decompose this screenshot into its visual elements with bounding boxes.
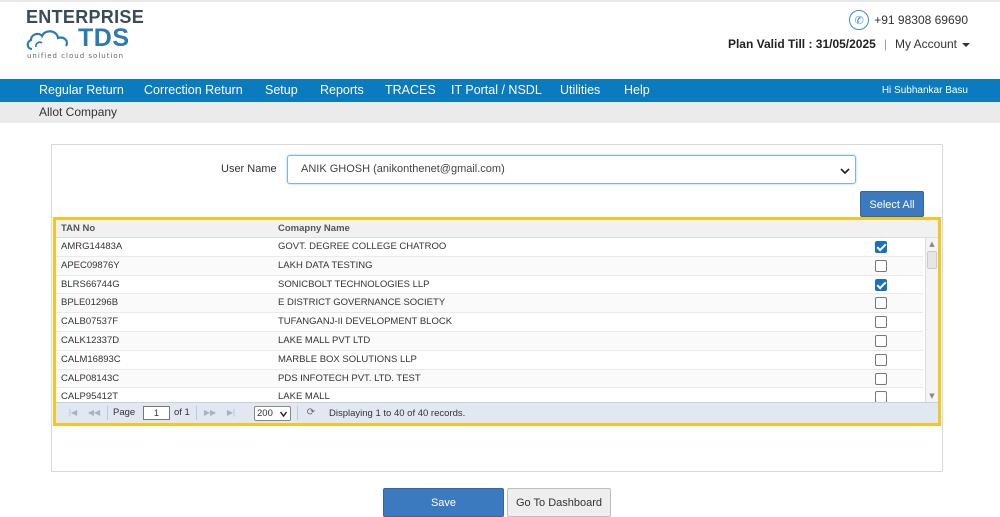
allot-checkbox[interactable] xyxy=(875,353,887,366)
company-name-cell: LAKH DATA TESTING xyxy=(278,259,373,271)
page-size-value: 200 xyxy=(257,408,273,419)
company-name-cell: MARBLE BOX SOLUTIONS LLP xyxy=(278,353,417,365)
tan-cell: AMRG14483A xyxy=(61,241,123,252)
grid-pager: |◀ ◀◀ Page 1 of 1 ▶▶ ▶| 200 ⟳ Displaying… xyxy=(56,402,938,423)
nav-setup[interactable]: Setup xyxy=(265,83,298,97)
plan-validity: Plan Valid Till : 31/05/2025 xyxy=(727,37,876,51)
table-row[interactable]: CALP95412T LAKE MALL xyxy=(56,388,923,402)
grid-header: TAN No Comapny Name xyxy=(56,220,938,238)
records-display-text: Displaying 1 to 40 of 40 records. xyxy=(329,408,466,419)
main-navbar: Regular Return Correction Return Setup R… xyxy=(0,79,1000,102)
allot-checkbox[interactable] xyxy=(875,391,887,402)
logo-tagline: unified cloud solution xyxy=(27,52,125,60)
company-name-cell: LAKE MALL PVT LTD xyxy=(278,334,371,346)
page-count-label: of 1 xyxy=(174,407,190,418)
table-row[interactable]: CALK12337D LAKE MALL PVT LTD xyxy=(56,331,923,351)
tan-cell: BPLE01296B xyxy=(61,297,119,309)
scroll-up-icon[interactable]: ▲ xyxy=(926,238,938,250)
tan-cell: BLRS66744G xyxy=(61,278,120,290)
user-name-label: User Name xyxy=(221,163,277,175)
next-page-icon[interactable]: ▶▶ xyxy=(203,407,217,419)
company-grid: TAN No Comapny Name AMRG14483A GOVT. DEGR… xyxy=(53,217,941,426)
allot-checkbox[interactable] xyxy=(875,259,887,272)
caret-down-icon xyxy=(962,42,970,47)
page-number-input[interactable]: 1 xyxy=(143,406,170,420)
nav-help[interactable]: Help xyxy=(624,83,650,97)
company-name-cell: PDS INFOTECH PVT. LTD. TEST xyxy=(278,372,421,384)
scroll-thumb[interactable] xyxy=(927,251,937,269)
table-row[interactable]: BLRS66744G SONICBOLT TECHNOLOGIES LLP xyxy=(56,275,923,295)
allot-checkbox[interactable] xyxy=(875,316,887,329)
nav-utilities[interactable]: Utilities xyxy=(560,83,600,97)
page-title: Allot Company xyxy=(39,105,118,119)
tan-cell: CALM16893C xyxy=(61,353,121,365)
table-row[interactable]: BPLE01296B E DISTRICT GOVERNANCE SOCIETY xyxy=(56,294,923,314)
user-greeting: Hi Subhankar Basu xyxy=(881,85,968,96)
allot-checkbox[interactable] xyxy=(875,241,887,253)
pager-divider xyxy=(196,406,197,420)
grid-vertical-scrollbar[interactable]: ▲ ▼ xyxy=(925,238,938,402)
pager-divider xyxy=(107,406,108,420)
enterprise-tds-logo[interactable]: ENTERPRISE TDS unified cloud solution xyxy=(26,7,144,63)
prev-page-icon[interactable]: ◀◀ xyxy=(87,407,101,419)
company-name-cell: E DISTRICT GOVERNANCE SOCIETY xyxy=(278,297,446,309)
table-row[interactable]: CALP08143C PDS INFOTECH PVT. LTD. TEST xyxy=(56,369,923,389)
user-name-select[interactable]: ANIK GHOSH (anikonthenet@gmail.com) xyxy=(287,155,856,184)
company-name-cell: SONICBOLT TECHNOLOGIES LLP xyxy=(278,278,430,290)
breadcrumb-bar: Allot Company xyxy=(0,102,1000,123)
nav-regular-return[interactable]: Regular Return xyxy=(39,83,124,97)
tan-cell: APEC09876Y xyxy=(61,259,120,271)
scroll-down-icon[interactable]: ▼ xyxy=(926,390,938,402)
tan-cell: CALB07537F xyxy=(61,316,119,328)
contact-phone: ✆ +91 98308 69690 xyxy=(849,10,968,30)
my-account-menu[interactable]: My Account xyxy=(895,37,970,51)
company-name-cell: LAKE MALL xyxy=(278,391,330,402)
refresh-icon[interactable]: ⟳ xyxy=(304,406,318,420)
table-row[interactable]: AMRG14483A GOVT. DEGREE COLLEGE CHATROO xyxy=(56,238,923,257)
chevron-down-icon xyxy=(280,411,287,417)
pager-divider xyxy=(297,406,298,420)
logo-tds-text: TDS xyxy=(78,24,130,52)
my-account-label: My Account xyxy=(894,37,957,51)
tan-cell: CALP08143C xyxy=(61,372,120,384)
phone-number: +91 98308 69690 xyxy=(874,13,968,27)
go-to-dashboard-button[interactable]: Go To Dashboard xyxy=(507,488,611,517)
nav-traces[interactable]: TRACES xyxy=(385,83,436,97)
table-row[interactable]: APEC09876Y LAKH DATA TESTING xyxy=(56,256,923,276)
company-name-cell: TUFANGANJ-II DEVELOPMENT BLOCK xyxy=(278,316,453,328)
nav-it-portal-nsdl[interactable]: IT Portal / NSDL xyxy=(451,83,542,97)
select-all-button[interactable]: Select All xyxy=(860,191,924,217)
column-header-company-name[interactable]: Comapny Name xyxy=(278,223,350,234)
cloud-logo-icon xyxy=(26,30,68,51)
table-row[interactable]: CALB07537F TUFANGANJ-II DEVELOPMENT BLOCK xyxy=(56,313,923,332)
user-name-selected: ANIK GHOSH (anikonthenet@gmail.com) xyxy=(301,163,505,175)
table-row[interactable]: CALM16893C MARBLE BOX SOLUTIONS LLP xyxy=(56,350,923,370)
save-button[interactable]: Save xyxy=(383,488,504,517)
company-name-cell: GOVT. DEGREE COLLEGE CHATROO xyxy=(278,241,447,252)
top-divider xyxy=(0,0,1000,2)
allot-checkbox[interactable] xyxy=(875,334,887,347)
allot-checkbox[interactable] xyxy=(875,297,887,310)
nav-reports[interactable]: Reports xyxy=(320,83,364,97)
column-header-tan[interactable]: TAN No xyxy=(61,223,95,234)
allot-checkbox[interactable] xyxy=(875,278,887,291)
allot-checkbox[interactable] xyxy=(875,372,887,385)
first-page-icon[interactable]: |◀ xyxy=(66,407,80,419)
header-separator: | xyxy=(883,37,887,51)
last-page-icon[interactable]: ▶| xyxy=(224,407,238,419)
account-row: Plan Valid Till : 31/05/2025 | My Accoun… xyxy=(728,37,970,51)
page-label: Page xyxy=(113,407,136,418)
tan-cell: CALK12337D xyxy=(61,334,120,346)
page-size-select[interactable]: 200 xyxy=(254,406,291,421)
chevron-down-icon xyxy=(840,168,850,175)
phone-icon: ✆ xyxy=(849,10,870,30)
nav-correction-return[interactable]: Correction Return xyxy=(144,83,243,97)
grid-body: AMRG14483A GOVT. DEGREE COLLEGE CHATROO AP… xyxy=(56,238,923,402)
tan-cell: CALP95412T xyxy=(61,391,119,402)
